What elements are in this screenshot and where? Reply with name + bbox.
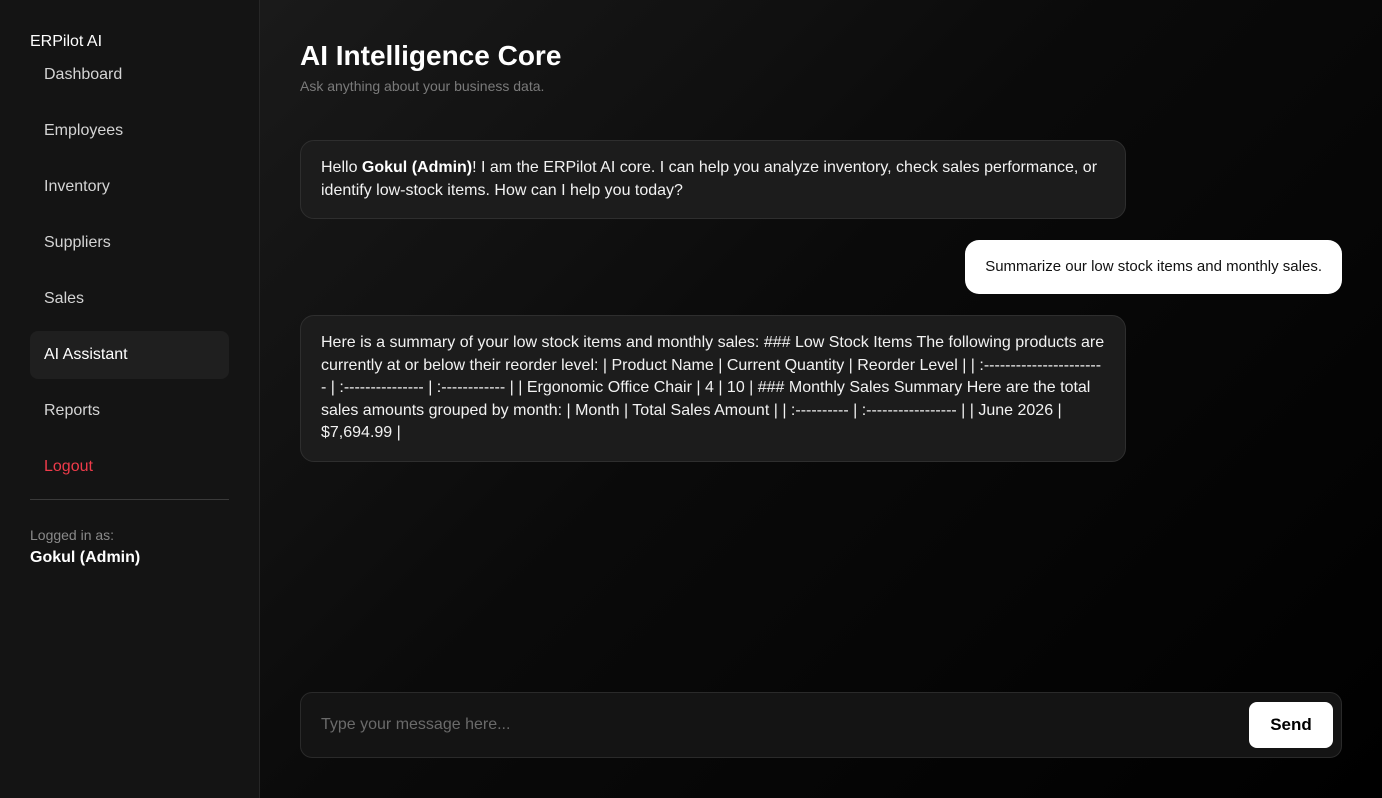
ai-message-greeting: Hello Gokul (Admin)! I am the ERPilot AI… (300, 140, 1126, 219)
send-button[interactable]: Send (1249, 702, 1333, 748)
greeting-prefix: Hello (321, 159, 362, 176)
logged-in-label: Logged in as: (30, 527, 115, 543)
greeting-user: Gokul (Admin) (361, 159, 473, 176)
message-input[interactable] (321, 716, 1249, 734)
sidebar-item-ai-assistant[interactable]: AI Assistant (30, 331, 229, 379)
sidebar-item-logout[interactable]: Logout (30, 443, 229, 491)
user-message-row: Summarize our low stock items and monthl… (300, 240, 1342, 294)
main-panel: AI Intelligence Core Ask anything about … (260, 0, 1382, 798)
page-title: AI Intelligence Core (300, 40, 562, 71)
sidebar-divider (30, 499, 229, 500)
chat-thread: Hello Gokul (Admin)! I am the ERPilot AI… (300, 140, 1342, 462)
ai-message-response: Here is a summary of your low stock item… (300, 315, 1126, 462)
sidebar-item-suppliers[interactable]: Suppliers (30, 219, 229, 267)
message-composer: Send (300, 692, 1342, 758)
brand-logo: ERPilot AI (30, 33, 103, 50)
page-subtitle: Ask anything about your business data. (300, 78, 545, 94)
sidebar-item-inventory[interactable]: Inventory (30, 163, 229, 211)
sidebar-item-sales[interactable]: Sales (30, 275, 229, 323)
app-root: ERPilot AI Dashboard Employees Inventory… (0, 0, 1382, 798)
sidebar-item-reports[interactable]: Reports (30, 387, 229, 435)
sidebar-nav: Dashboard Employees Inventory Suppliers … (30, 57, 229, 499)
logged-in-user: Gokul (Admin) (30, 549, 141, 566)
user-message: Summarize our low stock items and monthl… (965, 240, 1342, 294)
sidebar-item-employees[interactable]: Employees (30, 107, 229, 155)
sidebar-item-dashboard[interactable]: Dashboard (30, 51, 229, 99)
sidebar: ERPilot AI Dashboard Employees Inventory… (0, 0, 260, 798)
